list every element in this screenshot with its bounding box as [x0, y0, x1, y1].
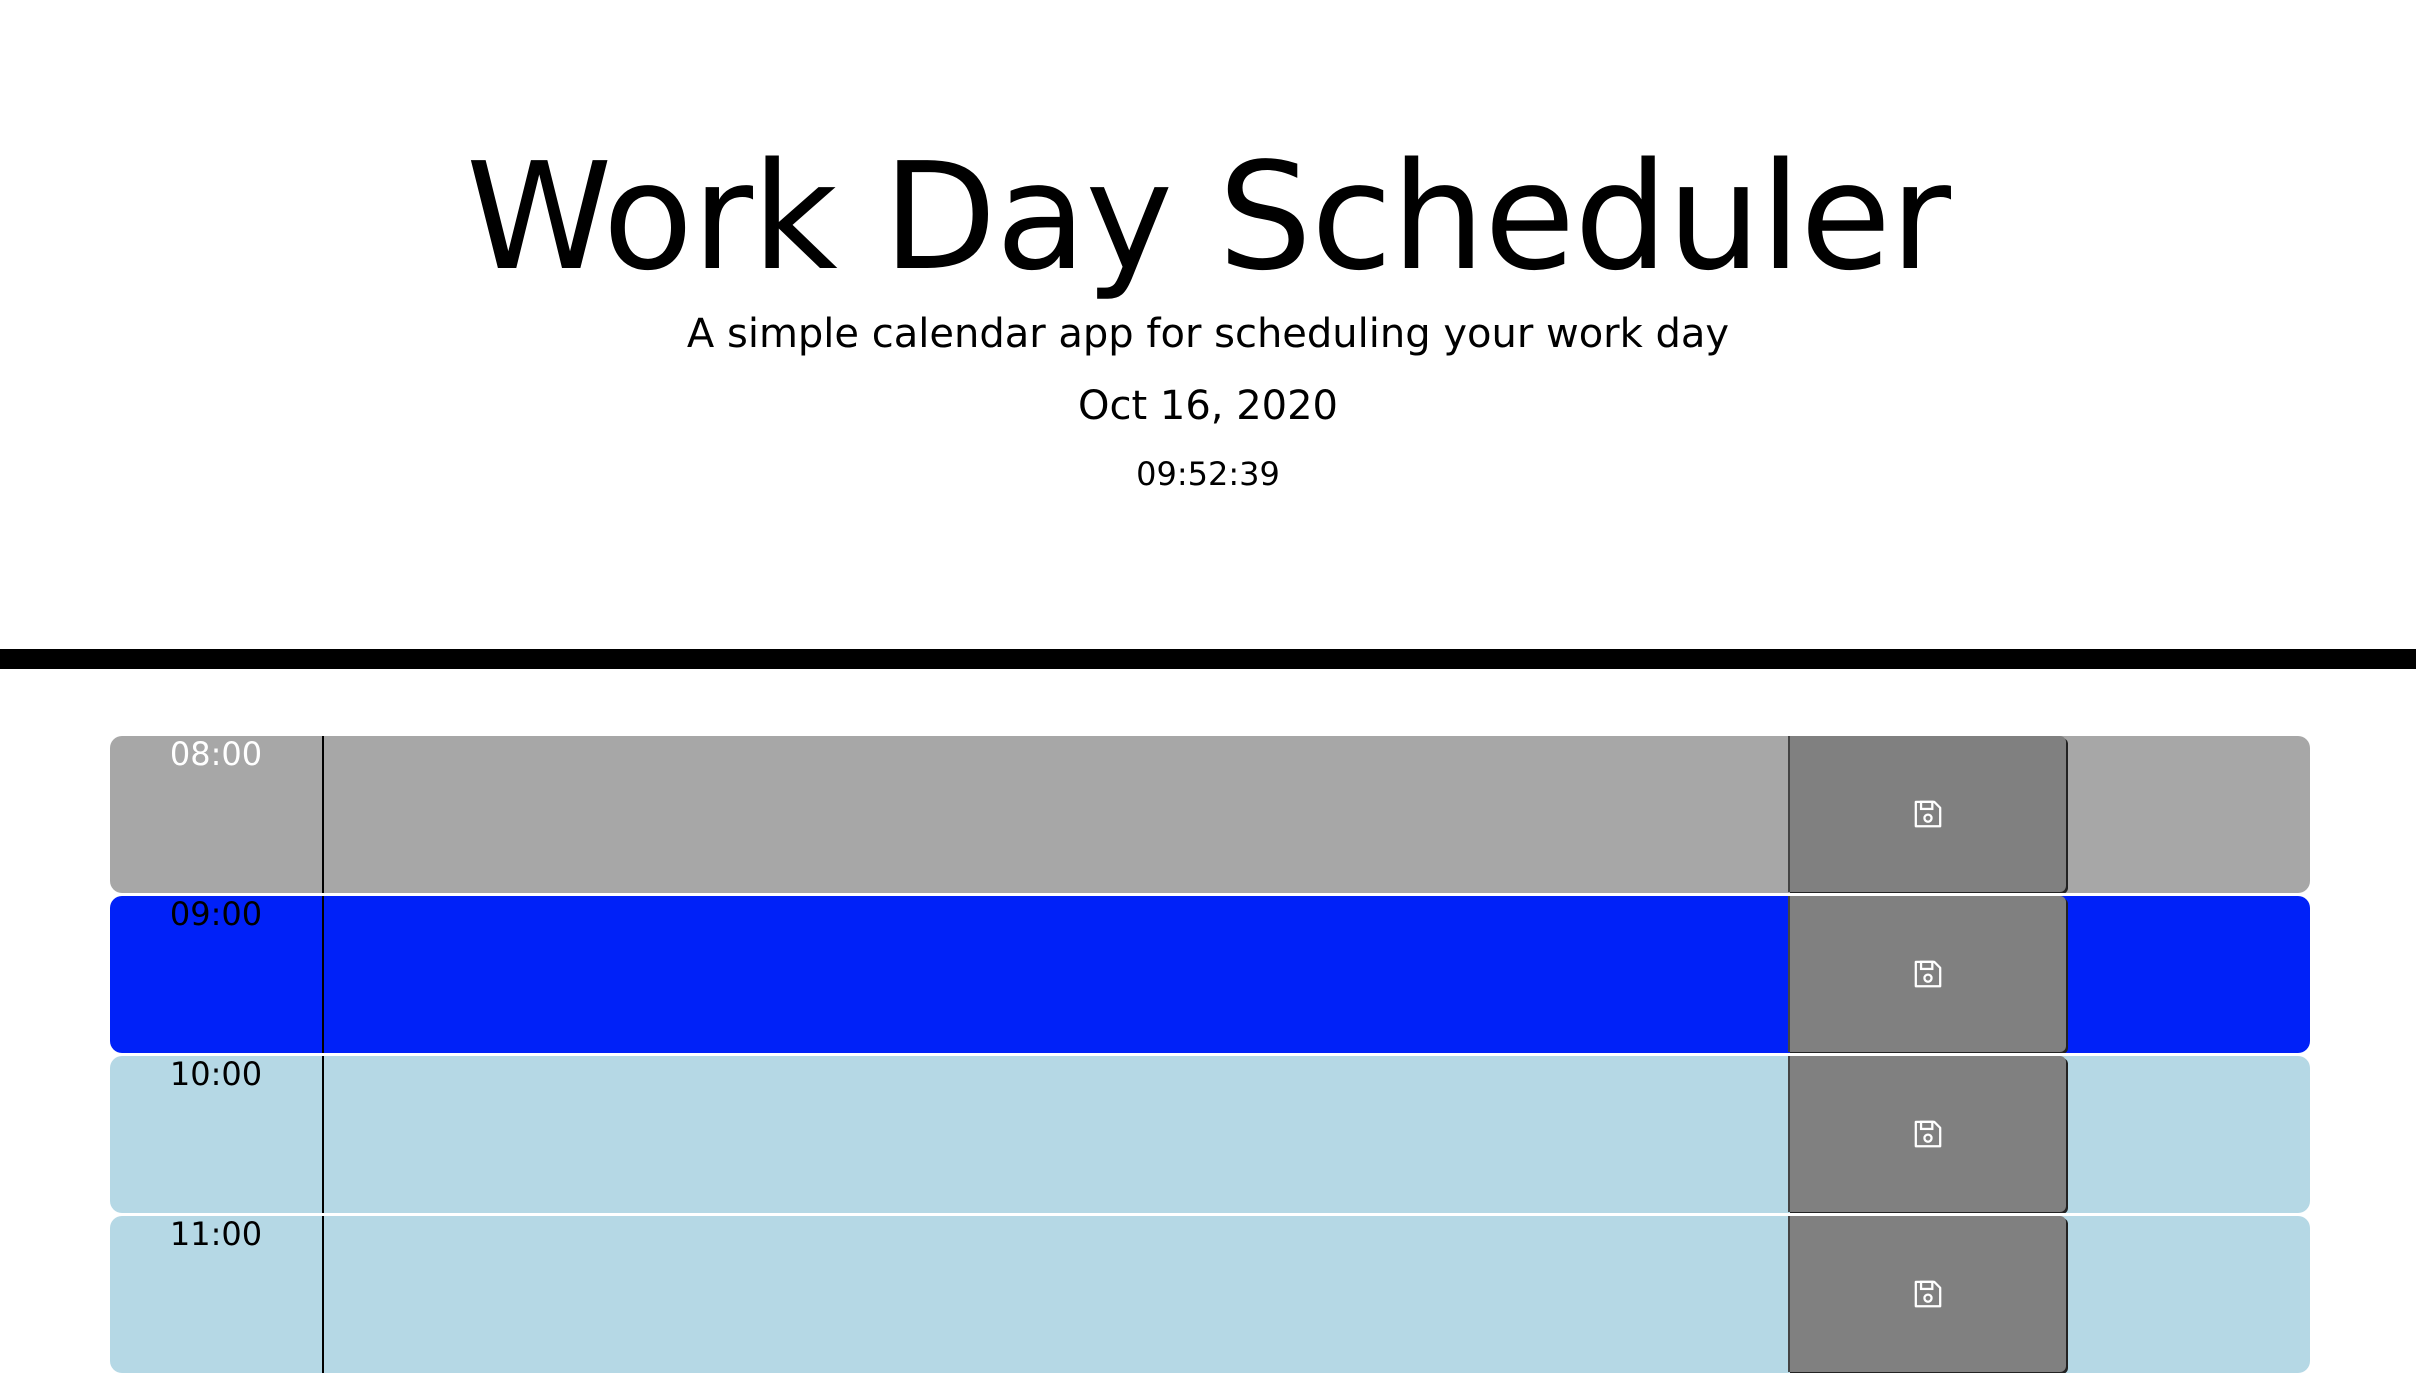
hour-text: 08:00 [169, 736, 263, 773]
page-title: Work Day Scheduler [465, 131, 1951, 303]
save-icon [1914, 1120, 1942, 1148]
hour-text: 11:00 [169, 1216, 263, 1253]
save-icon [1914, 1280, 1942, 1308]
save-button[interactable] [1788, 1056, 2066, 1212]
time-block: 10:00 [110, 1056, 2310, 1213]
save-button[interactable] [1788, 896, 2066, 1052]
description-input[interactable] [322, 1216, 1897, 1373]
hour-label: 10:00 [110, 1056, 322, 1213]
header-divider [0, 649, 2416, 669]
current-date: Oct 16, 2020 [1078, 383, 1338, 429]
time-block: 09:00 [110, 896, 2310, 1053]
current-time: 09:52:39 [1136, 455, 1280, 493]
description-input[interactable] [322, 896, 1897, 1053]
description-input[interactable] [322, 736, 1897, 893]
description-input[interactable] [322, 1056, 1897, 1213]
schedule-container: 08:00 09:00 10:00 11:00 [110, 736, 2310, 1376]
hour-text: 09:00 [169, 896, 263, 933]
hour-label: 08:00 [110, 736, 322, 893]
save-button[interactable] [1788, 736, 2066, 892]
save-icon [1914, 960, 1942, 988]
time-block: 08:00 [110, 736, 2310, 893]
hour-text: 10:00 [169, 1056, 263, 1093]
hour-label: 11:00 [110, 1216, 322, 1373]
time-block: 11:00 [110, 1216, 2310, 1373]
save-icon [1914, 800, 1942, 828]
save-button[interactable] [1788, 1216, 2066, 1372]
header: Work Day Scheduler A simple calendar app… [0, 0, 2416, 650]
page-subtitle: A simple calendar app for scheduling you… [686, 311, 1730, 357]
hour-label: 09:00 [110, 896, 322, 1053]
